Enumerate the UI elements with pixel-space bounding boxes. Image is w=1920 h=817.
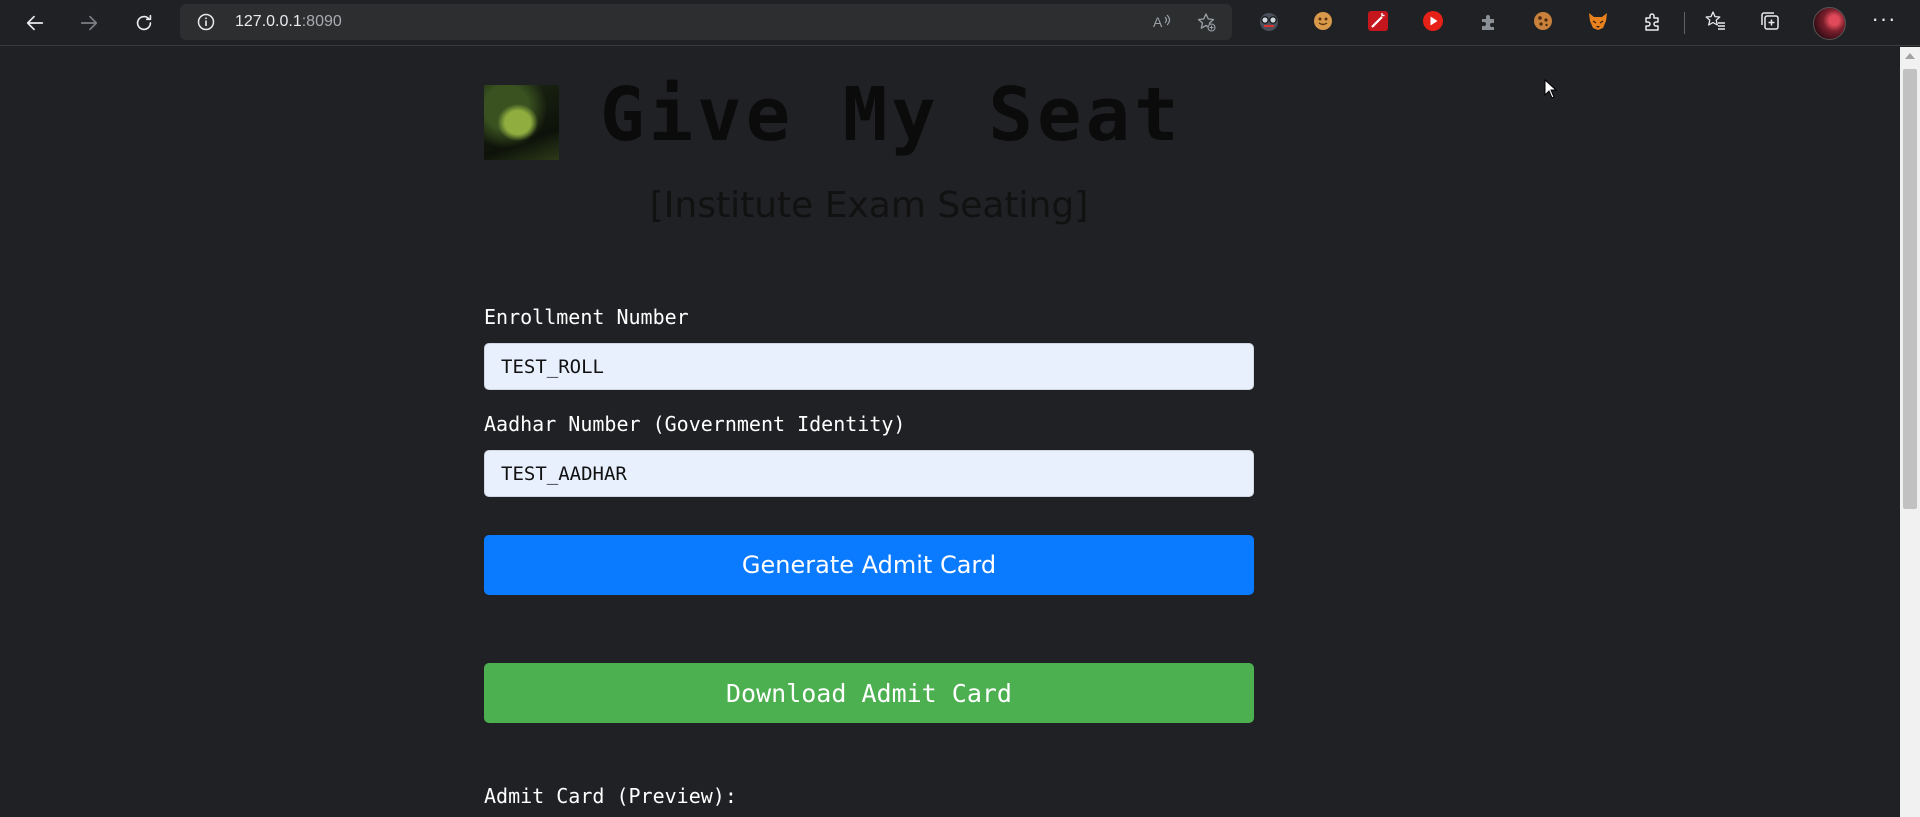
browser-toolbar: 127.0.0.1:8090 A ··· <box>0 0 1920 46</box>
aadhar-input[interactable] <box>484 450 1254 497</box>
extensions-icon <box>1645 13 1659 31</box>
collections-button[interactable] <box>1759 10 1781 32</box>
mouse-cursor-icon <box>1544 79 1558 99</box>
aadhar-label: Aadhar Number (Government Identity) <box>484 412 906 436</box>
site-logo <box>484 85 559 160</box>
fox-icon <box>1589 13 1607 30</box>
url-host: 127.0.0.1 <box>235 13 302 30</box>
refresh-button[interactable] <box>127 6 161 40</box>
refresh-icon <box>136 14 152 31</box>
url-text[interactable]: 127.0.0.1:8090 <box>235 4 342 40</box>
extensions-button[interactable] <box>1642 10 1664 32</box>
page-viewport: Give My Seat [Institute Exam Seating] En… <box>0 47 1900 817</box>
cookie-face-icon <box>1314 12 1332 30</box>
fox-extension[interactable] <box>1587 10 1609 32</box>
puzzle-gray-extension[interactable] <box>1477 10 1499 32</box>
profile-avatar[interactable] <box>1813 7 1846 40</box>
url-port: :8090 <box>301 13 342 30</box>
magic-wand-extension[interactable] <box>1367 10 1389 32</box>
generate-admit-card-button[interactable]: Generate Admit Card <box>484 535 1254 595</box>
enrollment-label: Enrollment Number <box>484 305 689 329</box>
address-bar[interactable]: 127.0.0.1:8090 A <box>180 4 1232 40</box>
add-favorite-icon[interactable] <box>1196 12 1216 32</box>
vertical-scrollbar[interactable] <box>1900 47 1920 817</box>
read-aloud-icon[interactable]: A <box>1152 12 1172 32</box>
download-button-label: Download Admit Card <box>726 678 1012 708</box>
glasses-face-icon <box>1260 13 1278 31</box>
cookie-icon <box>1534 12 1552 30</box>
favorites-icon <box>1705 11 1725 30</box>
page-title: Give My Seat <box>600 72 1183 158</box>
youtube-icon <box>1423 11 1443 31</box>
glasses-face-extension[interactable] <box>1258 10 1280 32</box>
toolbar-divider <box>1684 12 1685 34</box>
forward-button[interactable] <box>72 6 106 40</box>
youtube-extension[interactable] <box>1422 10 1444 32</box>
magic-wand-icon <box>1368 11 1388 31</box>
page-subtitle: [Institute Exam Seating] <box>649 185 1089 226</box>
more-options-icon[interactable]: ··· <box>1868 8 1900 36</box>
enrollment-input[interactable] <box>484 343 1254 390</box>
puzzle-gray-icon <box>1482 15 1494 30</box>
cookie-face-extension[interactable] <box>1312 10 1334 32</box>
back-button[interactable] <box>18 6 52 40</box>
site-info-icon[interactable] <box>196 12 216 32</box>
back-arrow-icon <box>26 15 44 31</box>
favorites-button[interactable] <box>1704 10 1726 32</box>
scroll-up-arrow-icon[interactable] <box>1905 53 1915 59</box>
generate-button-label: Generate Admit Card <box>741 551 997 579</box>
admit-card-preview-label: Admit Card (Preview): <box>484 784 737 808</box>
svg-text:A: A <box>1153 14 1163 30</box>
forward-arrow-icon <box>80 15 98 31</box>
collections-icon <box>1761 12 1779 30</box>
scrollbar-thumb[interactable] <box>1903 69 1917 509</box>
cookie-extension[interactable] <box>1532 10 1554 32</box>
download-admit-card-button[interactable]: Download Admit Card <box>484 663 1254 723</box>
